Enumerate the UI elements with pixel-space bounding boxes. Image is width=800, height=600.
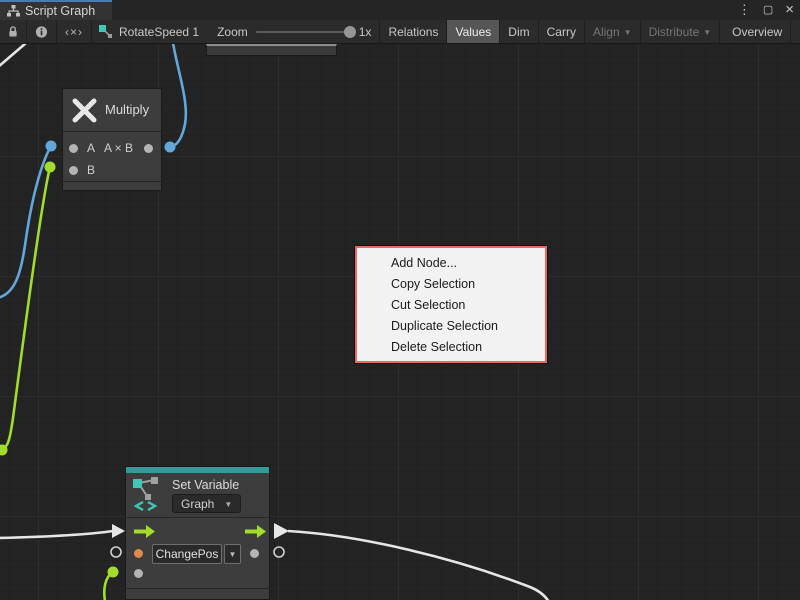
values-toggle[interactable]: Values	[447, 20, 500, 43]
align-label: Align	[593, 25, 620, 39]
flow-in-arrow-icon[interactable]	[134, 525, 155, 538]
partial-node[interactable]	[206, 44, 337, 56]
node-title: Multiply	[105, 102, 149, 117]
chevron-down-icon: ▼	[224, 500, 232, 509]
menu-item-duplicate-selection[interactable]: Duplicate Selection	[357, 316, 545, 337]
port-label-result: A × B	[104, 141, 133, 155]
node-set-variable[interactable]: Set Variable Graph ▼ ChangePos ▼	[125, 466, 270, 600]
window-menu-icon[interactable]: ⋮	[738, 0, 751, 20]
set-variable-icon	[132, 476, 164, 512]
multiply-x-icon	[71, 97, 98, 124]
port-label-b: B	[87, 163, 95, 177]
menu-item-copy-selection[interactable]: Copy Selection	[357, 274, 545, 295]
zoom-slider[interactable]	[256, 31, 351, 33]
input-port-a[interactable]	[69, 144, 78, 153]
port-label-a: A	[87, 141, 95, 155]
graph-reference-label: RotateSpeed 1	[119, 25, 199, 39]
script-graph-window: Multiply A A × B B Set Variable Graph ▼	[0, 0, 800, 600]
graph-reference-breadcrumb[interactable]: RotateSpeed 1	[92, 20, 209, 43]
input-port-variable[interactable]	[134, 549, 143, 558]
relations-toggle[interactable]: Relations	[380, 20, 447, 43]
graph-toolbar: ‹×› RotateSpeed 1 Zoom 1x Relations Valu…	[0, 20, 800, 44]
variable-scope-dropdown[interactable]: Graph ▼	[172, 494, 241, 513]
node-accent-bar	[126, 467, 269, 473]
input-port-extra[interactable]	[134, 569, 143, 578]
fullscreen-button[interactable]: Full Screen	[791, 20, 800, 43]
chevron-down-icon: ▼	[703, 28, 711, 37]
window-maximize-icon[interactable]: ▢	[763, 0, 773, 20]
scope-label: Graph	[181, 497, 214, 511]
chevron-down-icon: ▼	[229, 550, 237, 559]
graph-node-icon	[98, 24, 113, 39]
menu-item-cut-selection[interactable]: Cut Selection	[357, 295, 545, 316]
distribute-dropdown[interactable]: Distribute ▼	[641, 20, 721, 43]
info-button[interactable]	[27, 20, 57, 43]
distribute-label: Distribute	[649, 25, 700, 39]
zoom-slider-knob[interactable]	[344, 26, 356, 38]
zoom-reset-button[interactable]: ‹×›	[57, 20, 92, 43]
variable-name-label: ChangePos	[156, 547, 219, 561]
carry-toggle[interactable]: Carry	[539, 20, 585, 43]
flow-out-arrow-icon[interactable]	[245, 525, 266, 538]
input-port-b[interactable]	[69, 166, 78, 175]
chevron-down-icon: ▼	[624, 28, 632, 37]
output-port-value[interactable]	[250, 549, 259, 558]
align-dropdown[interactable]: Align ▼	[585, 20, 641, 43]
tab-bar: Script Graph ⋮ ▢ ×	[0, 0, 800, 20]
node-multiply[interactable]: Multiply A A × B B	[62, 88, 162, 191]
zoom-value: 1x	[359, 25, 372, 39]
menu-item-delete-selection[interactable]: Delete Selection	[357, 337, 545, 358]
zoom-label: Zoom	[217, 25, 248, 39]
angle-multiply-icon: ‹×›	[65, 25, 83, 39]
window-close-icon[interactable]: ×	[785, 0, 794, 20]
tab-script-graph[interactable]: Script Graph	[0, 0, 112, 20]
overview-button[interactable]: Overview	[724, 20, 791, 43]
lock-button[interactable]	[0, 20, 27, 43]
node-separator	[126, 517, 269, 518]
node-separator	[63, 131, 161, 132]
output-port-result[interactable]	[144, 144, 153, 153]
node-separator	[63, 181, 161, 182]
variable-name-dropdown[interactable]: ChangePos	[152, 544, 222, 564]
graph-hierarchy-icon	[7, 5, 20, 17]
variable-caret-button[interactable]: ▼	[224, 544, 241, 564]
zoom-control: Zoom 1x	[209, 20, 380, 43]
node-separator	[126, 588, 269, 589]
lock-icon	[8, 25, 18, 38]
context-menu: Add Node... Copy Selection Cut Selection…	[355, 246, 547, 363]
info-icon	[35, 25, 48, 39]
node-title: Set Variable	[172, 478, 239, 492]
tab-title: Script Graph	[25, 4, 95, 18]
dim-toggle[interactable]: Dim	[500, 20, 538, 43]
menu-item-add-node[interactable]: Add Node...	[357, 253, 545, 274]
